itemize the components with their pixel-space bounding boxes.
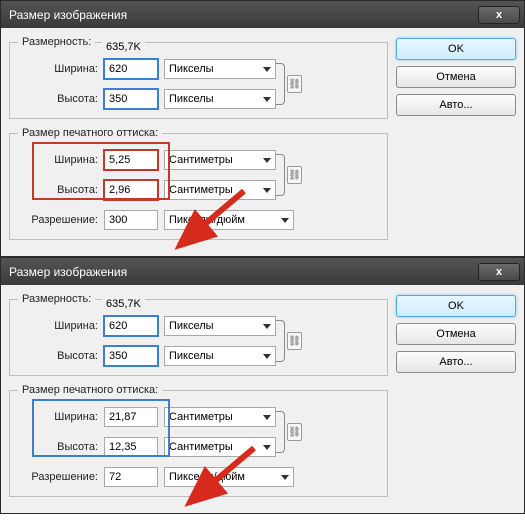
doc-height-label: Высота: [18,441,98,453]
resolution-unit-select[interactable]: Пикселы/дюйм [164,210,294,230]
doc-width-unit-select[interactable]: Сантиметры [164,150,276,170]
pixel-width-input[interactable]: 620 [104,316,158,336]
chevron-down-icon [263,324,271,329]
pixel-dimensions-value: 635,7K [102,41,145,53]
pixel-dimensions-legend: Размерность: [18,293,95,305]
doc-width-input[interactable]: 5,25 [104,150,158,170]
chevron-down-icon [263,97,271,102]
resolution-label: Разрешение: [18,471,98,483]
constrain-proportions-button[interactable]: ⛓ [287,332,302,350]
window-title: Размер изображения [9,265,438,279]
link-bracket-icon [276,320,285,362]
image-size-dialog-1: Размер изображения x Размерность: 635,7K… [0,0,525,257]
doc-constrain-button[interactable]: ⛓ [287,423,302,441]
close-icon: x [496,9,502,21]
document-size-legend: Размер печатного оттиска: [18,127,162,139]
pixel-height-unit-select[interactable]: Пикселы [164,346,276,366]
height-label: Высота: [18,93,98,105]
doc-height-unit-select[interactable]: Сантиметры [164,180,276,200]
link-bracket-icon [276,411,285,453]
pixel-height-unit-select[interactable]: Пикселы [164,89,276,109]
chevron-down-icon [263,188,271,193]
pixel-width-unit-select[interactable]: Пикселы [164,59,276,79]
pixel-dimensions-group: Размерность: 635,7K Ширина: 620 Пикселы … [9,293,388,376]
doc-link-container: ⛓ [276,154,302,196]
doc-height-input[interactable]: 12,35 [104,437,158,457]
chevron-down-icon [281,475,289,480]
pixel-width-input[interactable]: 620 [104,59,158,79]
dialog-body: Размерность: 635,7K Ширина: 620 Пикселы … [1,28,524,256]
resolution-unit-select[interactable]: Пикселы/дюйм [164,467,294,487]
pixel-height-input[interactable]: 350 [104,346,158,366]
left-pane: Размерность: 635,7K Ширина: 620 Пикселы … [9,36,388,248]
doc-width-unit-select[interactable]: Сантиметры [164,407,276,427]
pixel-dimensions-legend: Размерность: [18,36,95,48]
resolution-input[interactable]: 72 [104,467,158,487]
auto-button[interactable]: Авто... [396,94,516,116]
pixel-link-container: ⛓ [276,63,302,105]
resolution-input[interactable]: 300 [104,210,158,230]
auto-button[interactable]: Авто... [396,351,516,373]
document-size-legend: Размер печатного оттиска: [18,384,162,396]
width-label: Ширина: [18,63,98,75]
image-size-dialog-2: Размер изображения x Размерность: 635,7K… [0,257,525,514]
titlebar: Размер изображения x [1,258,524,285]
doc-constrain-button[interactable]: ⛓ [287,166,302,184]
close-icon: x [496,266,502,278]
doc-width-label: Ширина: [18,411,98,423]
right-pane: OK Отмена Авто... [396,293,516,505]
pixel-dimensions-group: Размерность: 635,7K Ширина: 620 Пикселы … [9,36,388,119]
right-pane: OK Отмена Авто... [396,36,516,248]
ok-button[interactable]: OK [396,295,516,317]
chevron-down-icon [263,415,271,420]
document-size-group: Размер печатного оттиска: Ширина: 21,87 … [9,384,388,497]
chevron-down-icon [263,445,271,450]
chevron-down-icon [263,354,271,359]
left-pane: Размерность: 635,7K Ширина: 620 Пикселы … [9,293,388,505]
document-size-group: Размер печатного оттиска: Ширина: 5,25 С… [9,127,388,240]
link-bracket-icon [276,154,285,196]
ok-button[interactable]: OK [396,38,516,60]
titlebar: Размер изображения x [1,1,524,28]
doc-height-input[interactable]: 2,96 [104,180,158,200]
doc-height-label: Высота: [18,184,98,196]
pixel-link-container: ⛓ [276,320,302,362]
width-label: Ширина: [18,320,98,332]
cancel-button[interactable]: Отмена [396,66,516,88]
chevron-down-icon [281,218,289,223]
doc-width-label: Ширина: [18,154,98,166]
chevron-down-icon [263,67,271,72]
constrain-proportions-button[interactable]: ⛓ [287,75,302,93]
link-bracket-icon [276,63,285,105]
doc-height-unit-select[interactable]: Сантиметры [164,437,276,457]
doc-link-container: ⛓ [276,411,302,453]
cancel-button[interactable]: Отмена [396,323,516,345]
pixel-height-input[interactable]: 350 [104,89,158,109]
height-label: Высота: [18,350,98,362]
doc-width-input[interactable]: 21,87 [104,407,158,427]
resolution-label: Разрешение: [18,214,98,226]
close-button[interactable]: x [478,6,520,24]
chevron-down-icon [263,158,271,163]
window-title: Размер изображения [9,8,438,22]
pixel-width-unit-select[interactable]: Пикселы [164,316,276,336]
close-button[interactable]: x [478,263,520,281]
dialog-body: Размерность: 635,7K Ширина: 620 Пикселы … [1,285,524,513]
pixel-dimensions-value: 635,7K [102,298,145,310]
